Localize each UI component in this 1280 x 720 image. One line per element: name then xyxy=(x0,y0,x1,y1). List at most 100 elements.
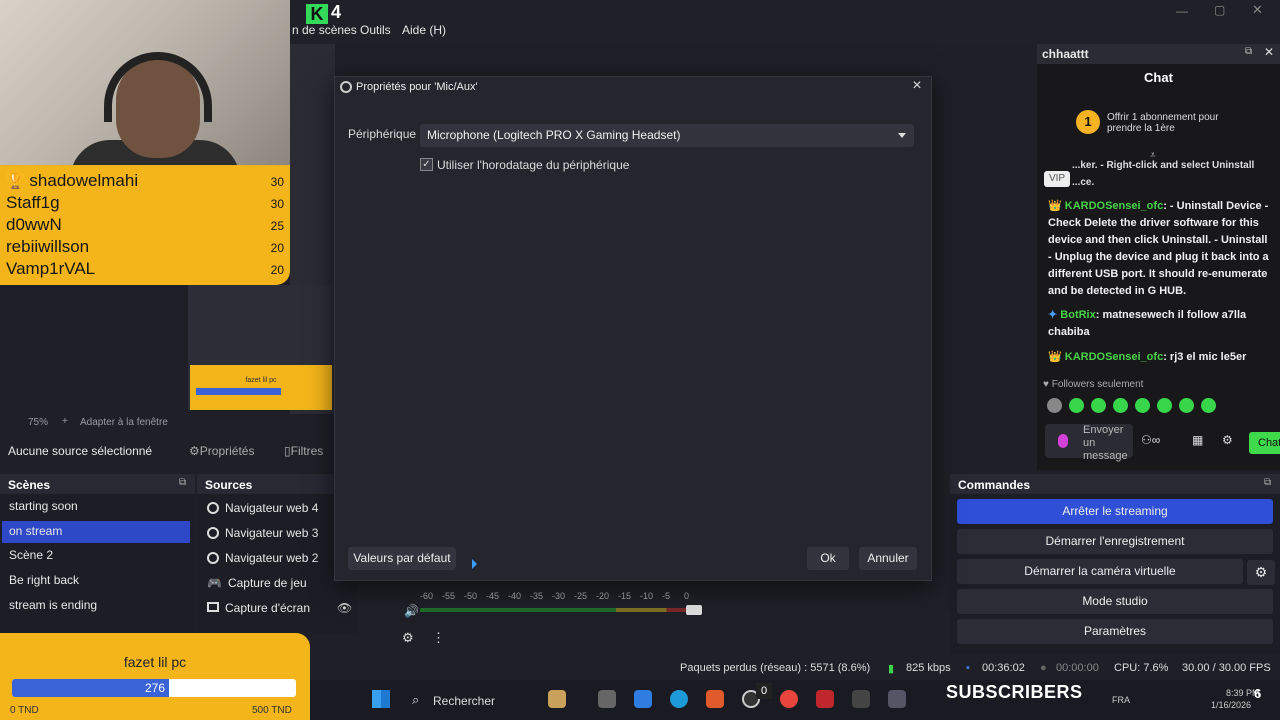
webcam-headset xyxy=(104,52,212,122)
dock-float-icon[interactable]: ⧉ xyxy=(179,477,186,488)
defaults-button[interactable]: Valeurs par défaut xyxy=(348,547,456,570)
emote-icon[interactable] xyxy=(1157,398,1172,413)
stop-streaming-button[interactable]: Arrêter le streaming xyxy=(957,499,1273,524)
emote-icon[interactable] xyxy=(1179,398,1194,413)
preview-mini-progress xyxy=(196,388,282,395)
chat-username[interactable]: KARDOSensei_ofc xyxy=(1065,200,1163,212)
menu-tools[interactable]: Outils xyxy=(360,23,391,37)
source-item[interactable]: Navigateur web 3 xyxy=(207,526,318,548)
edge-icon[interactable] xyxy=(670,690,688,708)
virtual-camera-settings-icon[interactable]: ⚙ xyxy=(1247,560,1275,585)
audio-tick: -5 xyxy=(662,591,671,601)
gift-badge[interactable]: 1 xyxy=(1076,110,1100,134)
cancel-button[interactable]: Annuler xyxy=(859,547,917,570)
speaker-icon[interactable]: 🔊 xyxy=(404,604,419,618)
timestamp-checkbox[interactable]: ✓ xyxy=(420,158,433,171)
chat-username[interactable]: KARDOSensei_ofc xyxy=(1065,351,1163,363)
gear-icon: ⚙ xyxy=(189,444,200,458)
zoom-in-icon[interactable]: + xyxy=(62,416,68,427)
monitor-icon xyxy=(207,602,219,612)
emote-row[interactable] xyxy=(1047,398,1257,418)
scene-item[interactable]: Scène 2 xyxy=(2,545,190,567)
crown-icon: 👑 xyxy=(1048,200,1062,212)
mouse-cursor-icon xyxy=(472,559,477,569)
emote-icon[interactable] xyxy=(1047,398,1062,413)
source-item[interactable]: Capture d'écran xyxy=(207,601,310,623)
ok-button[interactable]: Ok xyxy=(807,547,849,570)
emote-icon[interactable] xyxy=(1201,398,1216,413)
emote-icon[interactable] xyxy=(1069,398,1084,413)
preview-mini-donation: fazet lil pc xyxy=(190,365,332,410)
menu-scenes[interactable]: n de scènes xyxy=(292,23,357,37)
emote-icon[interactable] xyxy=(1091,398,1106,413)
source-item[interactable]: 🎮 Capture de jeu xyxy=(207,576,307,598)
store-icon[interactable]: ▦ xyxy=(1192,433,1203,447)
virtual-camera-button[interactable]: Démarrer la caméra virtuelle xyxy=(957,559,1243,584)
device-select[interactable]: Microphone (Logitech PRO X Gaming Headse… xyxy=(420,124,914,147)
dock-float-icon[interactable]: ⧉ xyxy=(1264,477,1271,488)
source-item[interactable]: Navigateur web 2 xyxy=(207,551,318,573)
audio-settings-icon[interactable]: ⚙ xyxy=(402,630,414,646)
globe-icon xyxy=(207,502,219,514)
eye-icon[interactable]: 👁 xyxy=(337,601,352,615)
fit-window[interactable]: Adapter à la fenêtre xyxy=(80,417,168,428)
chat-username[interactable]: BotRix xyxy=(1060,309,1095,321)
task-view-icon[interactable] xyxy=(598,690,616,708)
users-icon[interactable]: ⚇∞ xyxy=(1141,433,1160,447)
commands-dock-title: Commandes xyxy=(950,474,1280,494)
properties-button[interactable]: ⚙Propriétés xyxy=(189,444,254,458)
filter-icon: ▯ xyxy=(284,444,291,458)
live-icon: ▪ xyxy=(966,662,970,674)
settings-button[interactable]: Paramètres xyxy=(957,619,1273,644)
chat-close-icon[interactable]: ✕ xyxy=(1264,45,1274,59)
start-recording-button[interactable]: Démarrer l'enregistrement xyxy=(957,529,1273,554)
scene-item-active[interactable]: on stream xyxy=(2,521,190,543)
crown-icon: 👑 xyxy=(1048,351,1062,363)
taskbar-search[interactable]: Rechercher xyxy=(433,694,495,708)
scene-item[interactable]: starting soon xyxy=(2,496,190,518)
timestamp-label[interactable]: Utiliser l'horodatage du périphérique xyxy=(437,158,629,172)
audio-tick: -50 xyxy=(464,591,478,601)
filters-button[interactable]: ▯Filtres xyxy=(284,444,323,458)
emote-icon[interactable] xyxy=(1135,398,1150,413)
app-icon[interactable] xyxy=(634,690,652,708)
heart-icon: ♥ xyxy=(1043,379,1049,390)
dialog-close-icon[interactable]: × xyxy=(909,78,925,94)
gift-sub-text[interactable]: Offrir 1 abonnement pour prendre la 1ère xyxy=(1107,112,1247,134)
minimize-icon[interactable]: — xyxy=(1176,4,1188,18)
chat-settings-icon[interactable]: ⚙ xyxy=(1222,433,1233,447)
zoom-bar: 75% + Adapter à la fenêtre xyxy=(0,414,335,432)
clock-date[interactable]: 1/16/2026 xyxy=(1211,700,1251,710)
search-icon[interactable]: ⌕ xyxy=(412,692,419,708)
source-toolbar: Aucune source sélectionné ⚙Propriétés ▯F… xyxy=(0,438,335,464)
language-indicator[interactable]: FRA xyxy=(1112,695,1130,705)
source-item[interactable]: Navigateur web 4 xyxy=(207,501,318,523)
windows-start-icon[interactable] xyxy=(372,690,390,708)
maximize-icon[interactable]: ▢ xyxy=(1214,3,1225,17)
dock-float-icon[interactable]: ⧉ xyxy=(1245,46,1252,57)
scene-item[interactable]: Be right back xyxy=(2,570,190,592)
app-icon[interactable] xyxy=(852,690,870,708)
chat-send-button[interactable]: Chat xyxy=(1249,432,1280,454)
animal-widget-icon[interactable] xyxy=(548,690,566,708)
app-icon[interactable] xyxy=(816,690,834,708)
settings-taskbar-icon[interactable] xyxy=(888,690,906,708)
live-time: 00:36:02 xyxy=(982,662,1025,674)
zoom-level[interactable]: 75% xyxy=(28,417,48,428)
window-close-icon[interactable]: ✕ xyxy=(1252,2,1263,18)
emote-icon[interactable] xyxy=(1113,398,1128,413)
app-icon[interactable] xyxy=(706,690,724,708)
menu-help[interactable]: Aide (H) xyxy=(402,23,446,37)
mic-icon[interactable] xyxy=(1058,434,1068,448)
studio-mode-button[interactable]: Mode studio xyxy=(957,589,1273,614)
more-options-icon[interactable]: ⋮ xyxy=(432,630,445,646)
audio-meter xyxy=(420,608,700,612)
audio-tick: 0 xyxy=(684,591,690,601)
leaderboard-score: 25 xyxy=(270,219,284,233)
device-select-value: Microphone (Logitech PRO X Gaming Headse… xyxy=(427,128,681,142)
scene-item[interactable]: stream is ending xyxy=(2,595,190,617)
gamepad-icon: 🎮 xyxy=(207,576,222,590)
chrome-icon[interactable] xyxy=(780,690,798,708)
donation-value: 276 xyxy=(144,681,166,695)
volume-slider[interactable] xyxy=(686,605,702,615)
